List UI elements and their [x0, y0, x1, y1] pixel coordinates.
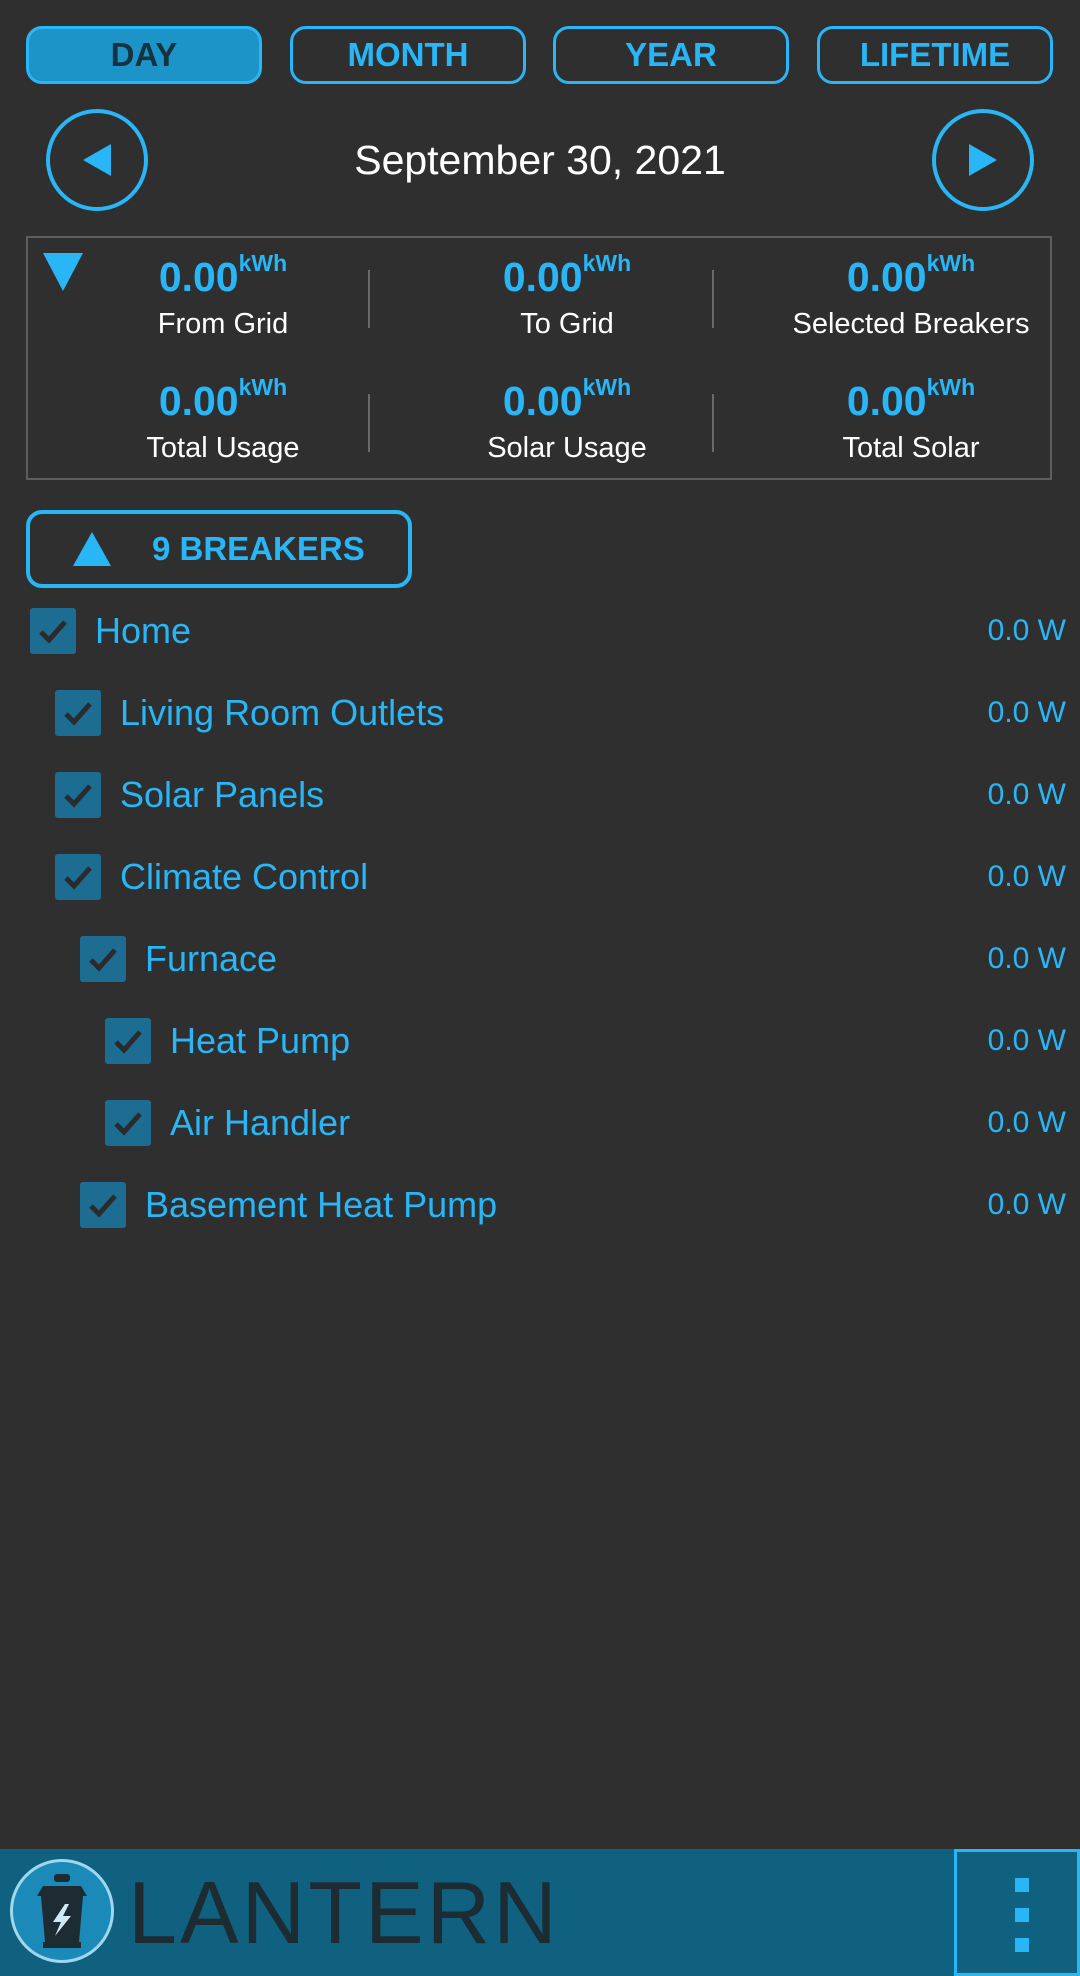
breaker-watts: 0.0 W: [987, 778, 1066, 811]
next-date-button[interactable]: [932, 109, 1034, 211]
energy-summary-panel: 0.00kWh From Grid 0.00kWh To Grid 0.00kW…: [26, 236, 1052, 480]
stat-unit: kWh: [926, 250, 976, 276]
breaker-checkbox[interactable]: [30, 608, 76, 654]
breaker-name: Heat Pump: [170, 1020, 351, 1061]
stat-selected-breakers: 0.00kWh Selected Breakers: [761, 250, 1061, 344]
brand-wordmark: LANTERN: [128, 1863, 560, 1962]
checkmark-icon: [89, 1194, 117, 1218]
stat-label: Total Solar: [842, 432, 980, 464]
bottom-app-bar: LANTERN: [0, 1849, 1080, 1976]
checkmark-icon: [64, 702, 92, 726]
breaker-name: Living Room Outlets: [120, 692, 445, 733]
breaker-row[interactable]: Basement Heat Pump 0.0 W: [0, 1162, 1080, 1244]
breaker-row[interactable]: Heat Pump 0.0 W: [0, 998, 1080, 1080]
stat-total-solar: 0.00kWh Total Solar: [761, 374, 1061, 468]
divider: [712, 270, 714, 328]
breaker-row[interactable]: Living Room Outlets 0.0 W: [0, 670, 1080, 752]
breaker-watts: 0.0 W: [987, 1106, 1066, 1139]
stat-from-grid: 0.00kWh From Grid: [73, 250, 373, 344]
breaker-checkbox[interactable]: [55, 854, 101, 900]
stat-label: Solar Usage: [487, 432, 647, 464]
breaker-checkbox[interactable]: [55, 690, 101, 736]
lantern-lightning-icon: [10, 1859, 114, 1963]
tab-lifetime[interactable]: LIFETIME: [817, 26, 1053, 84]
menu-dot: [1015, 1878, 1029, 1892]
tab-year[interactable]: YEAR: [553, 26, 789, 84]
breaker-watts: 0.0 W: [987, 860, 1066, 893]
breaker-checkbox[interactable]: [80, 936, 126, 982]
breaker-row[interactable]: Furnace 0.0 W: [0, 916, 1080, 998]
breaker-name: Solar Panels: [120, 774, 325, 815]
stat-value: 0.00: [846, 378, 927, 424]
period-tabs: DAY MONTH YEAR LIFETIME: [26, 26, 1054, 84]
stat-total-usage: 0.00kWh Total Usage: [73, 374, 373, 468]
stat-unit: kWh: [238, 374, 288, 400]
stat-value: 0.00: [502, 254, 583, 300]
right-triangle-icon: [969, 144, 997, 176]
breaker-row[interactable]: Solar Panels 0.0 W: [0, 752, 1080, 834]
breaker-checkbox[interactable]: [80, 1182, 126, 1228]
breaker-row[interactable]: Climate Control 0.0 W: [0, 834, 1080, 916]
checkmark-icon: [39, 620, 67, 644]
current-date: September 30, 2021: [354, 137, 726, 183]
stat-solar-usage: 0.00kWh Solar Usage: [417, 374, 717, 468]
breaker-row[interactable]: Home 0.0 W: [0, 588, 1080, 670]
menu-dot: [1015, 1908, 1029, 1922]
lantern-icon: [37, 1874, 87, 1948]
previous-date-button[interactable]: [46, 109, 148, 211]
stat-unit: kWh: [926, 374, 976, 400]
breaker-checkbox[interactable]: [105, 1100, 151, 1146]
stat-value: 0.00: [846, 254, 927, 300]
checkmark-icon: [64, 866, 92, 890]
stat-unit: kWh: [238, 250, 288, 276]
checkmark-icon: [114, 1030, 142, 1054]
breaker-name: Basement Heat Pump: [145, 1184, 498, 1225]
stat-label: Total Usage: [146, 432, 300, 464]
tab-month[interactable]: MONTH: [290, 26, 526, 84]
breakers-count-label: 9 BREAKERS: [152, 530, 365, 567]
divider: [368, 270, 370, 328]
stat-value: 0.00: [502, 378, 583, 424]
breaker-checkbox[interactable]: [105, 1018, 151, 1064]
tab-day[interactable]: DAY: [26, 26, 262, 84]
overflow-menu-button[interactable]: [954, 1849, 1080, 1976]
stat-unit: kWh: [582, 374, 632, 400]
breaker-watts: 0.0 W: [987, 942, 1066, 975]
breaker-watts: 0.0 W: [987, 1188, 1066, 1221]
breaker-name: Climate Control: [120, 856, 369, 897]
breaker-name: Home: [95, 610, 192, 651]
divider: [368, 394, 370, 452]
stat-value: 0.00: [158, 254, 239, 300]
breaker-row[interactable]: Air Handler 0.0 W: [0, 1080, 1080, 1162]
breaker-watts: 0.0 W: [987, 614, 1066, 647]
breakers-toggle-button[interactable]: 9 BREAKERS: [26, 510, 412, 588]
checkmark-icon: [114, 1112, 142, 1136]
breaker-name: Air Handler: [170, 1102, 351, 1143]
checkmark-icon: [64, 784, 92, 808]
stat-to-grid: 0.00kWh To Grid: [417, 250, 717, 344]
breaker-watts: 0.0 W: [987, 696, 1066, 729]
breaker-watts: 0.0 W: [987, 1024, 1066, 1057]
stat-label: To Grid: [520, 308, 614, 340]
menu-dot: [1015, 1938, 1029, 1952]
divider: [712, 394, 714, 452]
stat-label: From Grid: [157, 308, 289, 340]
stat-label: Selected Breakers: [792, 308, 1030, 340]
left-triangle-icon: [83, 144, 111, 176]
breaker-name: Furnace: [145, 938, 278, 979]
stat-unit: kWh: [582, 250, 632, 276]
breaker-checkbox[interactable]: [55, 772, 101, 818]
checkmark-icon: [89, 948, 117, 972]
stat-value: 0.00: [158, 378, 239, 424]
expand-up-triangle-icon: [73, 532, 111, 566]
